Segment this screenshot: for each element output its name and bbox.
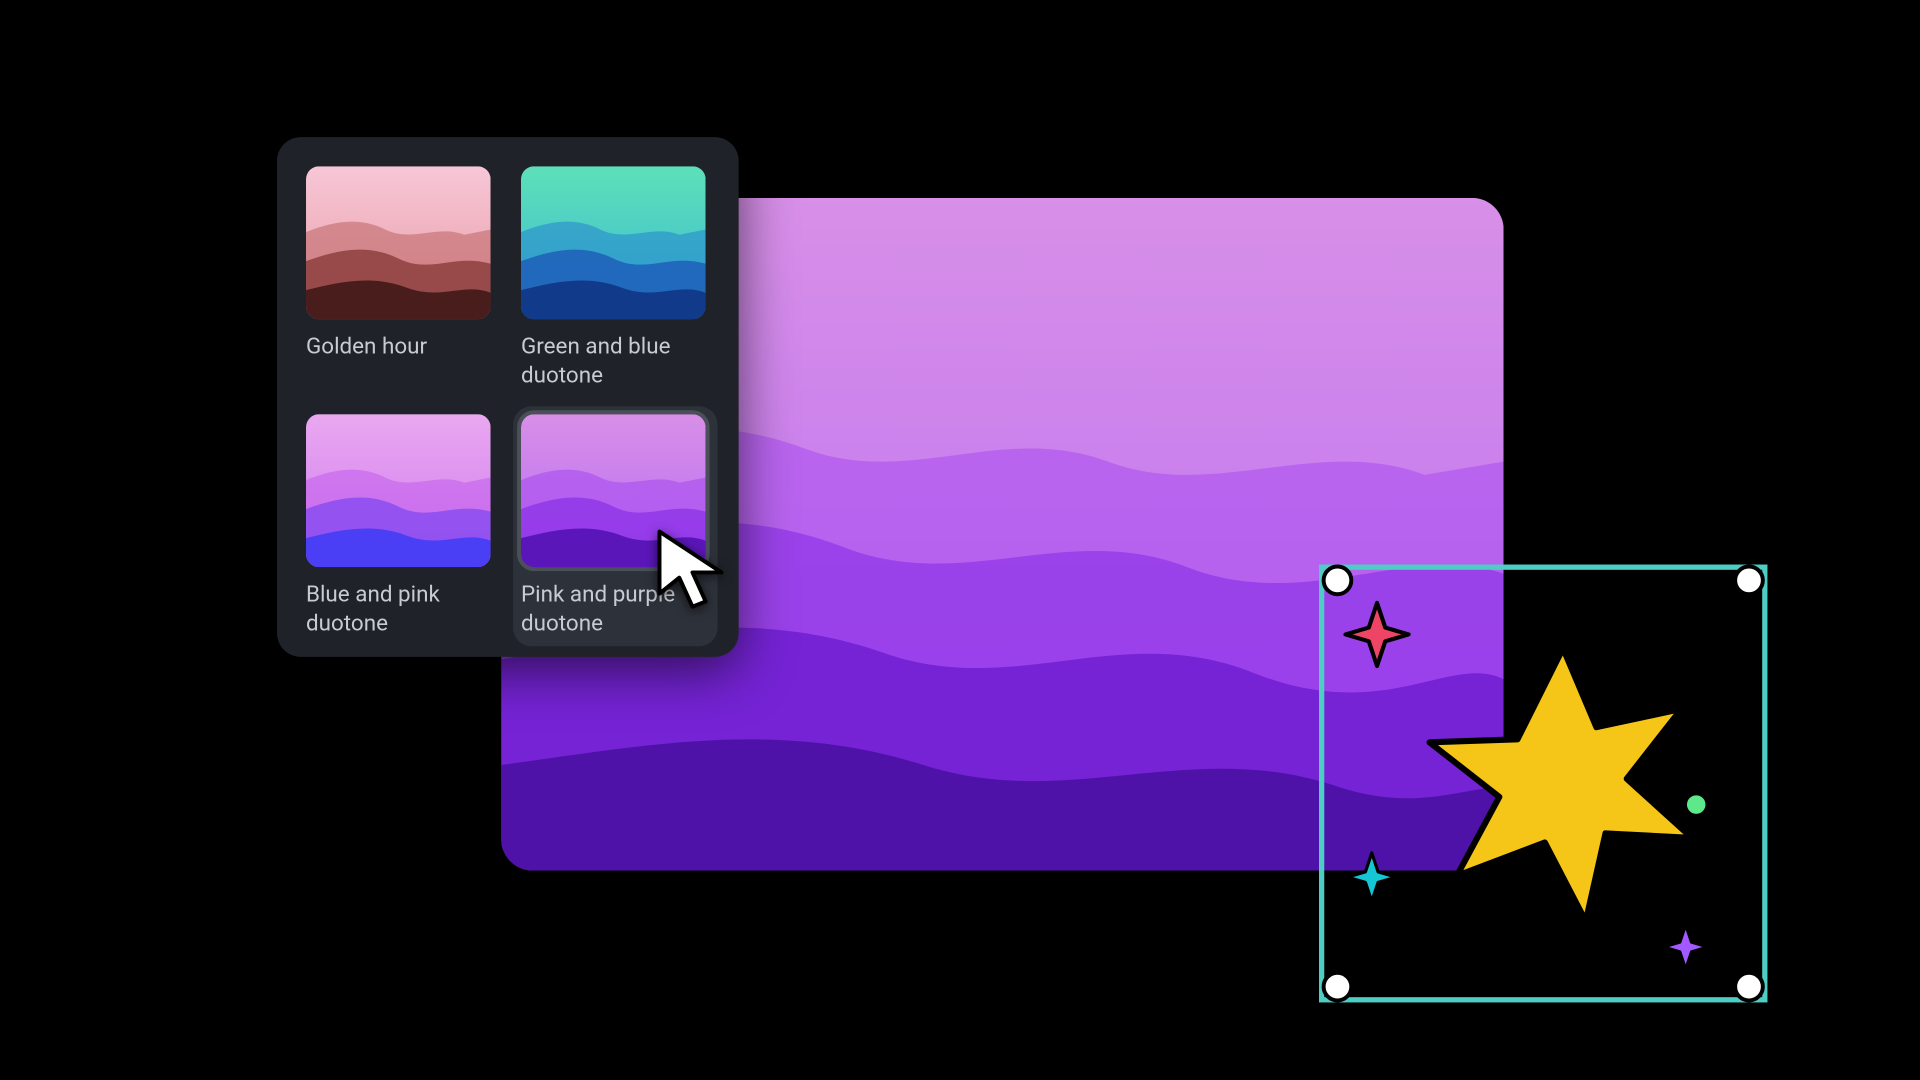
filter-label: Golden hour xyxy=(306,332,495,390)
shape-sparkle-cyan[interactable] xyxy=(1345,851,1398,904)
filter-label: Blue and pink duotone xyxy=(306,581,495,639)
filter-thumb-golden-hour xyxy=(306,166,491,319)
shape-sparkle-red[interactable] xyxy=(1343,600,1412,669)
filter-option-green-blue-duotone[interactable]: Green and blue duotone xyxy=(521,166,710,390)
selection-handle-bottom-right[interactable] xyxy=(1733,971,1765,1003)
filter-thumb-green-blue xyxy=(521,166,706,319)
selection-handle-top-right[interactable] xyxy=(1733,565,1765,597)
filter-thumb-blue-pink xyxy=(306,414,491,567)
filter-option-blue-pink-duotone[interactable]: Blue and pink duotone xyxy=(306,414,495,638)
selection-handle-top-left[interactable] xyxy=(1322,565,1354,597)
selection-handle-bottom-left[interactable] xyxy=(1322,971,1354,1003)
filter-option-golden-hour[interactable]: Golden hour xyxy=(306,166,495,390)
selection-group[interactable] xyxy=(1306,554,1781,1016)
shape-star-main[interactable] xyxy=(1411,633,1714,936)
cursor-icon xyxy=(653,525,745,617)
filter-label: Green and blue duotone xyxy=(521,332,710,390)
